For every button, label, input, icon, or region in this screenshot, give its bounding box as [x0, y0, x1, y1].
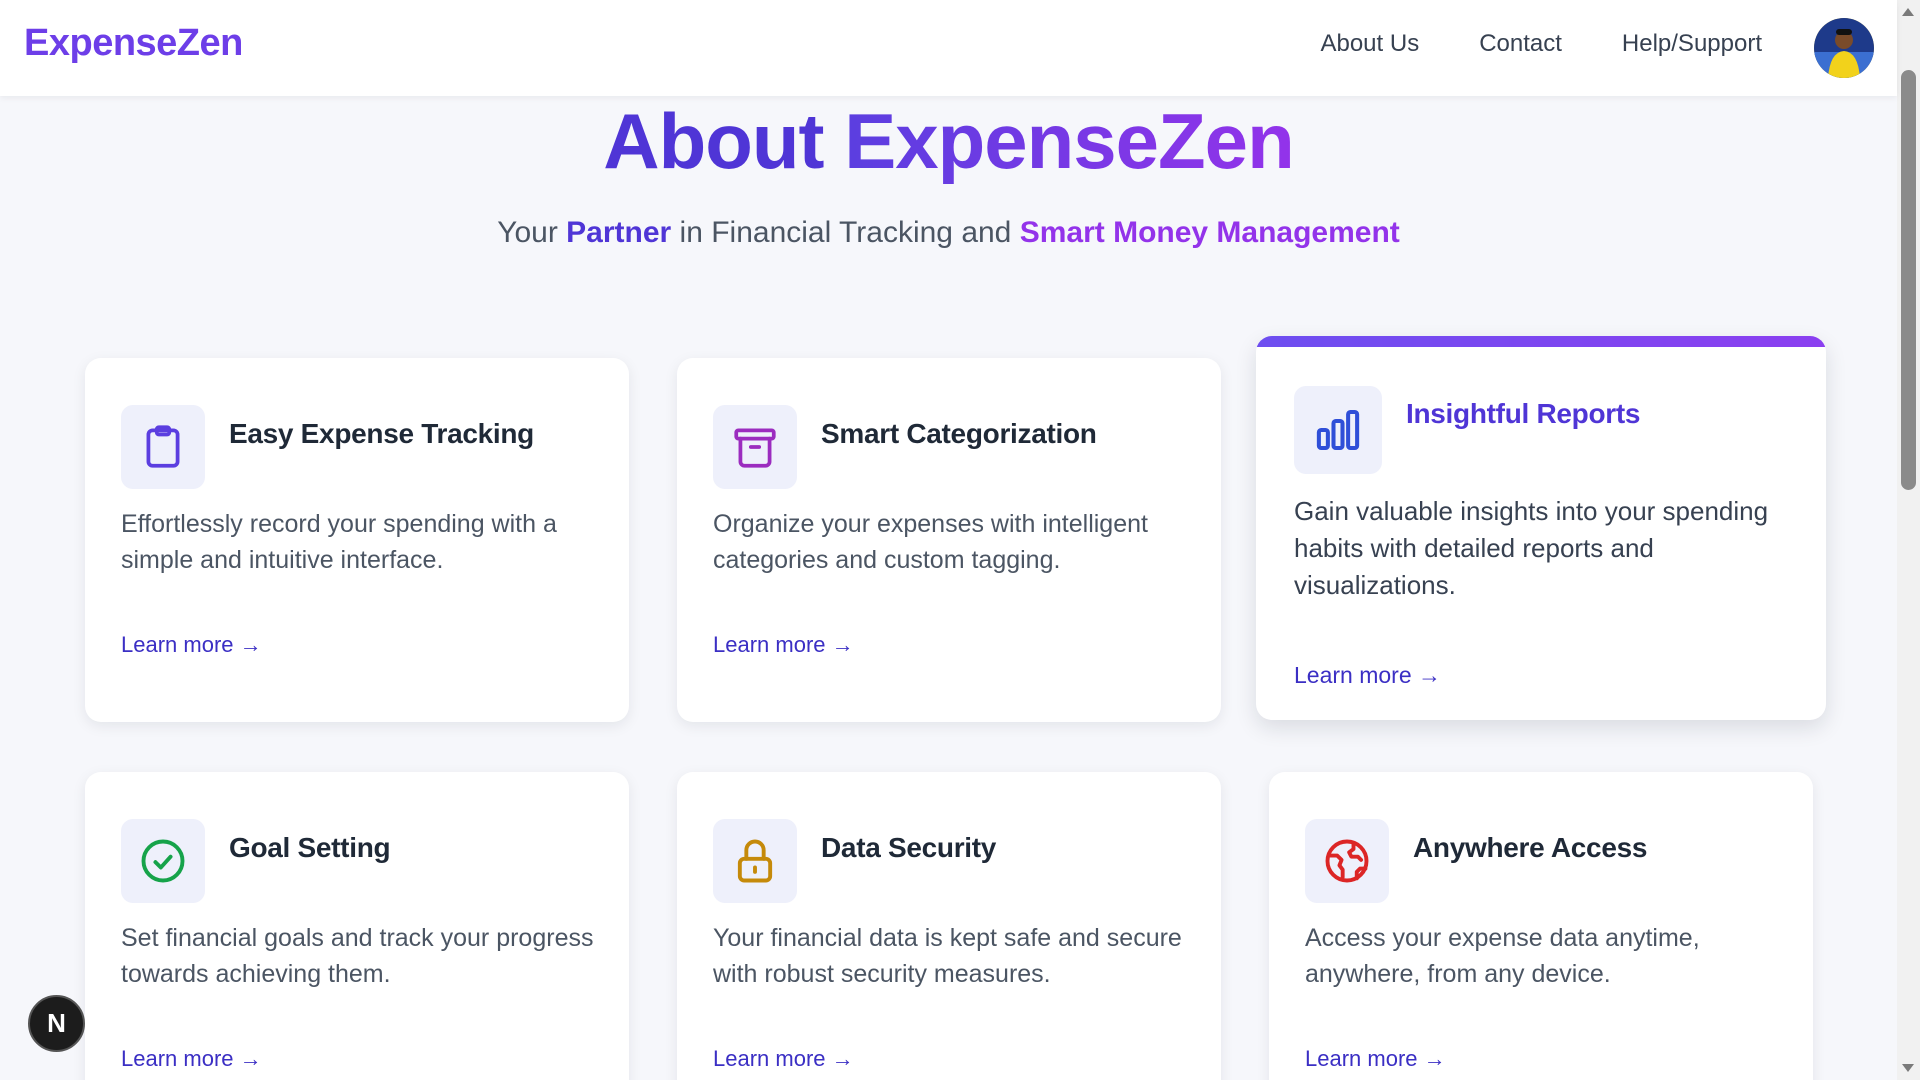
card-description: Access your expense data anytime, anywhe… [1305, 924, 1700, 988]
title-brand: ExpenseZen [844, 97, 1295, 185]
card-title: Anywhere Access [1413, 832, 1648, 863]
globe-icon [1325, 839, 1369, 883]
card-icon-box [713, 819, 797, 903]
subtitle-part-3: in Financial Tracking and [671, 216, 1020, 249]
card-description: Set financial goals and track your progr… [121, 924, 594, 988]
card-description: Effortlessly record your spending with a… [121, 510, 557, 574]
learn-more-link[interactable]: Learn more → [713, 632, 854, 658]
lock-icon [737, 839, 773, 883]
card-description: Organize your expenses with intelligent … [713, 510, 1148, 574]
card-icon-box [713, 405, 797, 489]
card-icon-box [1305, 819, 1389, 903]
bar-chart-icon [1316, 409, 1360, 451]
card-title: Data Security [821, 832, 997, 863]
subtitle-part-1: Your [497, 216, 567, 249]
nav-contact[interactable]: Contact [1479, 30, 1562, 58]
logo[interactable]: ExpenseZen [24, 22, 243, 65]
learn-more-link[interactable]: Learn more → [121, 1046, 262, 1072]
card-title: Insightful Reports [1406, 398, 1641, 429]
card-icon-box [121, 819, 205, 903]
page-subtitle: Your Partner in Financial Tracking and S… [0, 216, 1897, 250]
learn-more-link[interactable]: Learn more → [121, 632, 262, 658]
feature-card-goal-setting[interactable]: Goal Setting Set financial goals and tra… [85, 772, 629, 1080]
scroll-down-arrow-icon[interactable] [1902, 1064, 1914, 1072]
nav-links: About Us Contact Help/Support [1320, 30, 1762, 58]
learn-more-link[interactable]: Learn more → [1294, 662, 1441, 689]
subtitle-smart-money: Smart Money Management [1019, 216, 1400, 249]
nav-about-us[interactable]: About Us [1320, 30, 1419, 58]
card-description: Gain valuable insights into your spendin… [1294, 496, 1769, 600]
subtitle-partner: Partner [566, 216, 672, 249]
page-scrollbar[interactable] [1897, 0, 1920, 1080]
user-avatar[interactable] [1814, 18, 1874, 78]
avatar-image-icon [1814, 18, 1874, 78]
feature-card-smart-categorization[interactable]: Smart Categorization Organize your expen… [677, 358, 1221, 722]
feature-card-anywhere-access[interactable]: Anywhere Access Access your expense data… [1269, 772, 1813, 1080]
nav-help-support[interactable]: Help/Support [1622, 30, 1762, 58]
scroll-thumb[interactable] [1901, 70, 1916, 490]
archive-icon [734, 428, 776, 468]
card-title: Easy Expense Tracking [229, 418, 534, 449]
nextjs-dev-badge[interactable]: N [28, 995, 85, 1052]
card-icon-box [121, 405, 205, 489]
feature-card-data-security[interactable]: Data Security Your financial data is kep… [677, 772, 1221, 1080]
card-icon-box [1294, 386, 1382, 474]
learn-more-link[interactable]: Learn more → [713, 1046, 854, 1072]
page-title: About ExpenseZen [0, 96, 1897, 187]
feature-card-insightful-reports[interactable]: Insightful Reports Gain valuable insight… [1256, 336, 1826, 720]
scroll-up-arrow-icon[interactable] [1902, 8, 1914, 16]
check-circle-icon [141, 839, 185, 883]
learn-more-link[interactable]: Learn more → [1305, 1046, 1446, 1072]
card-description: Your financial data is kept safe and sec… [713, 924, 1182, 988]
top-navbar: ExpenseZen About Us Contact Help/Support [0, 0, 1897, 96]
card-title: Smart Categorization [821, 418, 1097, 449]
feature-card-expense-tracking[interactable]: Easy Expense Tracking Effortlessly recor… [85, 358, 629, 722]
title-about: About [603, 97, 824, 185]
clipboard-icon [146, 425, 180, 468]
card-title: Goal Setting [229, 832, 391, 863]
